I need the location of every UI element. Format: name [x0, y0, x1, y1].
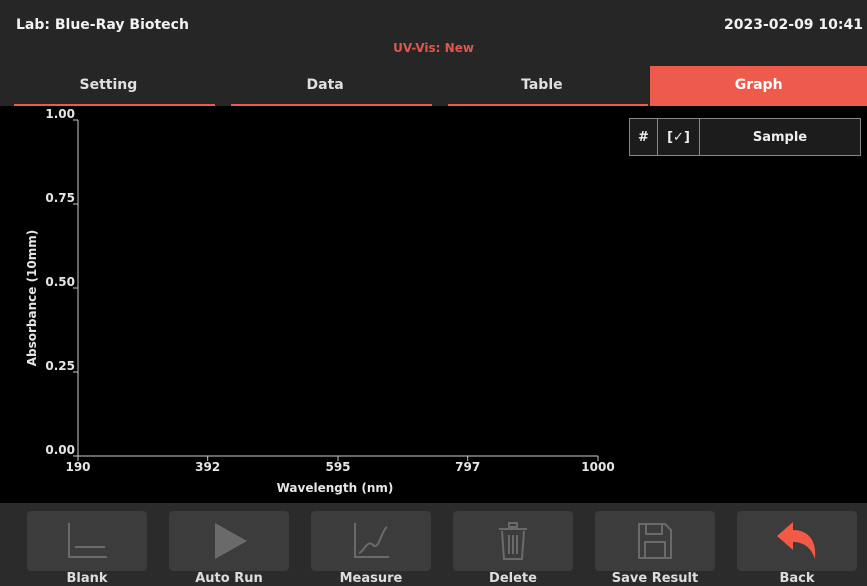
x-tick-label: 797: [455, 460, 480, 474]
tab-table[interactable]: Table: [434, 66, 651, 106]
blank-button[interactable]: [27, 511, 147, 571]
x-tick-label: 595: [325, 460, 350, 474]
header-bar: Lab: Blue-Ray Biotech UV-Vis: New 2023-0…: [0, 0, 867, 66]
measure-button[interactable]: [311, 511, 431, 571]
legend-number-header: #: [630, 119, 658, 155]
x-tick-label: 190: [65, 460, 90, 474]
y-tick-label: 0.75: [45, 191, 75, 205]
tab-setting[interactable]: Setting: [0, 66, 217, 106]
y-tick-label: 1.00: [45, 107, 75, 121]
play-icon: [215, 523, 247, 559]
back-label: Back: [779, 571, 815, 586]
blank-label: Blank: [66, 571, 108, 586]
y-tick-label: 0.00: [45, 443, 75, 457]
absorbance-graph[interactable]: 0.00 0.25 0.50 0.75 1.00 190 392 595 797 1000 Wave…: [0, 106, 867, 503]
x-tick-label: 392: [195, 460, 220, 474]
delete-button[interactable]: [453, 511, 573, 571]
legend-sample-header: Sample: [752, 129, 808, 145]
x-axis-label: Wavelength (nm): [277, 481, 394, 495]
save-icon: [638, 523, 672, 559]
back-button[interactable]: [737, 511, 857, 571]
tab-bar: Setting Data Table Graph: [0, 66, 867, 106]
blank-icon: [68, 523, 107, 558]
lab-name: Lab: Blue-Ray Biotech: [16, 17, 189, 33]
x-tick-label: 1000: [581, 460, 614, 474]
bottom-toolbar: Blank Auto Run Measure Delete Save Resul: [0, 503, 867, 586]
chart-svg: 0.00 0.25 0.50 0.75 1.00 190 392 595 797 1000 Wave…: [25, 107, 615, 495]
y-tick-label: 0.25: [45, 359, 75, 373]
save-result-button[interactable]: [595, 511, 715, 571]
y-axis-label: Absorbance (10mm): [25, 230, 39, 367]
trash-icon: [499, 522, 527, 560]
measure-chart-icon: [354, 523, 389, 558]
auto-run-button[interactable]: [169, 511, 289, 571]
back-arrow-icon: [777, 522, 816, 559]
measure-label: Measure: [339, 571, 403, 586]
delete-label: Delete: [489, 571, 537, 586]
save-result-label: Save Result: [611, 571, 699, 586]
tab-graph[interactable]: Graph: [650, 66, 867, 106]
y-tick-label: 0.50: [45, 275, 75, 289]
sample-legend-table: # [✓] Sample: [629, 118, 861, 156]
datetime: 2023-02-09 10:41: [724, 17, 863, 33]
legend-check-header[interactable]: [✓]: [658, 119, 700, 155]
mode-title: UV-Vis: New: [393, 41, 474, 55]
tab-data[interactable]: Data: [217, 66, 434, 106]
auto-run-label: Auto Run: [195, 571, 263, 586]
